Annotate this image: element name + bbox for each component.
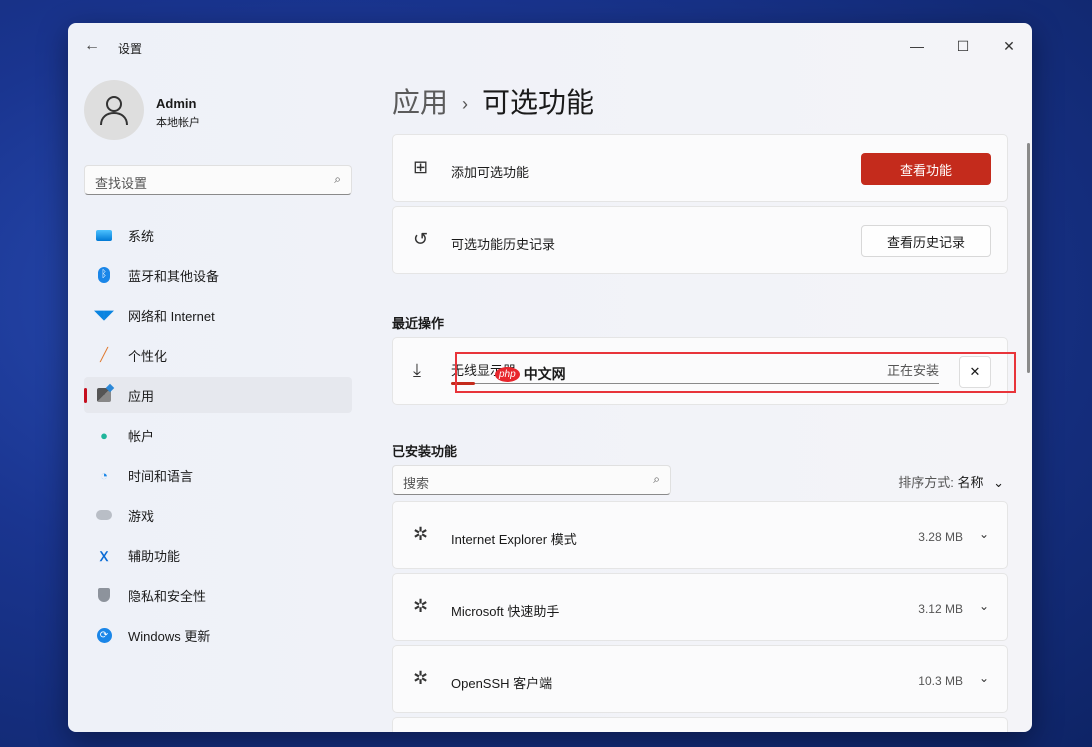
sidebar-item-system[interactable]: 系统	[84, 217, 352, 253]
sidebar-item-personalization[interactable]: ╱ 个性化	[84, 337, 352, 373]
feature-size: 10.3 MB	[918, 674, 963, 688]
recent-actions-heading: 最近操作	[392, 313, 444, 332]
sidebar-item-label: Windows 更新	[128, 626, 210, 645]
sidebar-item-label: 隐私和安全性	[128, 586, 206, 605]
sidebar-item-privacy[interactable]: 隐私和安全性	[84, 577, 352, 613]
highlight-box	[455, 352, 1016, 393]
sidebar-item-label: 辅助功能	[128, 546, 180, 565]
sidebar-item-windows-update[interactable]: ⟳ Windows 更新	[84, 617, 352, 653]
sidebar-item-label: 系统	[128, 226, 154, 245]
sidebar-item-time-language[interactable]: ◔ 时间和语言	[84, 457, 352, 493]
history-label: 可选功能历史记录	[451, 234, 555, 253]
puzzle-icon: ✲	[413, 668, 428, 689]
sort-value: 名称	[957, 475, 983, 490]
sidebar-item-label: 蓝牙和其他设备	[128, 266, 219, 285]
brush-icon: ╱	[96, 347, 112, 363]
chevron-right-icon: ›	[462, 94, 468, 114]
user-name: Admin	[156, 96, 196, 111]
monitor-icon	[96, 227, 112, 243]
feature-size: 3.28 MB	[918, 530, 963, 544]
history-card: ↺ 可选功能历史记录 查看历史记录	[392, 206, 1008, 274]
update-icon: ⟳	[96, 627, 112, 643]
feature-row[interactable]: ✲ Internet Explorer 模式 3.28 MB ⌄	[392, 501, 1008, 569]
person-icon	[99, 94, 129, 126]
add-feature-card: ⊞ 添加可选功能 查看功能	[392, 134, 1008, 202]
gamepad-icon	[96, 507, 112, 523]
search-icon: ⌕	[653, 472, 660, 487]
add-feature-label: 添加可选功能	[451, 162, 529, 181]
view-history-button[interactable]: 查看历史记录	[861, 225, 991, 257]
chevron-down-icon[interactable]: ⌄	[979, 671, 989, 685]
sidebar-item-gaming[interactable]: 游戏	[84, 497, 352, 533]
minimize-button[interactable]: —	[894, 31, 940, 61]
settings-window: ← 设置 — ☐ ✕ Admin 本地帐户 查找设置 ⌕ 系统 ᛒ 蓝牙和其他设备 …	[68, 23, 1032, 732]
back-button[interactable]: ←	[84, 37, 100, 55]
feature-row-partial[interactable]	[392, 717, 1008, 732]
search-placeholder: 查找设置	[95, 176, 147, 191]
sidebar-item-label: 游戏	[128, 506, 154, 525]
close-button[interactable]: ✕	[986, 31, 1032, 61]
clock-globe-icon: ◔	[96, 467, 112, 483]
chevron-down-icon[interactable]: ⌄	[979, 527, 989, 541]
shield-icon	[96, 587, 112, 603]
sidebar-nav: 系统 ᛒ 蓝牙和其他设备 ◥◤ 网络和 Internet ╱ 个性化 应用 ● 帐户 ◔…	[84, 217, 352, 657]
settings-search-input[interactable]: 查找设置 ⌕	[84, 165, 352, 195]
page-title: 可选功能	[482, 87, 594, 118]
account-type: 本地帐户	[156, 114, 200, 130]
sidebar-item-label: 个性化	[128, 346, 167, 365]
app-title: 设置	[118, 40, 142, 57]
accessibility-icon: Ｘ	[96, 547, 112, 563]
sidebar-item-label: 时间和语言	[128, 466, 193, 485]
breadcrumb-apps[interactable]: 应用	[392, 87, 448, 118]
sidebar-item-label: 应用	[128, 386, 154, 405]
bluetooth-icon: ᛒ	[96, 267, 112, 283]
add-feature-icon: ⊞	[413, 157, 428, 178]
wifi-icon: ◥◤	[96, 307, 112, 323]
title-bar: ← 设置 — ☐ ✕	[68, 23, 1032, 69]
sort-dropdown[interactable]: 排序方式: 名称 ⌄	[898, 472, 1004, 491]
feature-name: OpenSSH 客户端	[451, 673, 552, 692]
maximize-button[interactable]: ☐	[940, 31, 986, 61]
sort-label: 排序方式:	[898, 475, 954, 490]
chevron-down-icon: ⌄	[993, 475, 1004, 490]
sidebar-item-accessibility[interactable]: Ｘ 辅助功能	[84, 537, 352, 573]
view-features-button[interactable]: 查看功能	[861, 153, 991, 185]
sidebar-item-bluetooth[interactable]: ᛒ 蓝牙和其他设备	[84, 257, 352, 293]
avatar[interactable]	[84, 80, 144, 140]
search-placeholder: 搜索	[403, 476, 429, 491]
scrollbar[interactable]	[1027, 143, 1030, 373]
sidebar-item-apps[interactable]: 应用	[84, 377, 352, 413]
installed-features-heading: 已安装功能	[392, 441, 457, 460]
person-icon: ●	[96, 427, 112, 443]
history-icon: ↺	[413, 229, 428, 250]
sidebar-item-label: 帐户	[128, 426, 154, 445]
chevron-down-icon[interactable]: ⌄	[979, 599, 989, 613]
feature-name: Microsoft 快速助手	[451, 601, 559, 620]
sidebar-item-network[interactable]: ◥◤ 网络和 Internet	[84, 297, 352, 333]
feature-row[interactable]: ✲ Microsoft 快速助手 3.12 MB ⌄	[392, 573, 1008, 641]
search-icon: ⌕	[334, 172, 341, 187]
feature-name: Internet Explorer 模式	[451, 529, 577, 548]
sidebar-item-label: 网络和 Internet	[128, 306, 215, 325]
breadcrumb: 应用 › 可选功能	[392, 81, 594, 121]
feature-row[interactable]: ✲ OpenSSH 客户端 10.3 MB ⌄	[392, 645, 1008, 713]
feature-size: 3.12 MB	[918, 602, 963, 616]
puzzle-icon: ✲	[413, 596, 428, 617]
installed-search-input[interactable]: 搜索 ⌕	[392, 465, 671, 495]
sidebar-item-accounts[interactable]: ● 帐户	[84, 417, 352, 453]
puzzle-icon: ✲	[413, 524, 428, 545]
download-icon: ⤓	[413, 360, 421, 381]
apps-icon	[96, 387, 112, 403]
